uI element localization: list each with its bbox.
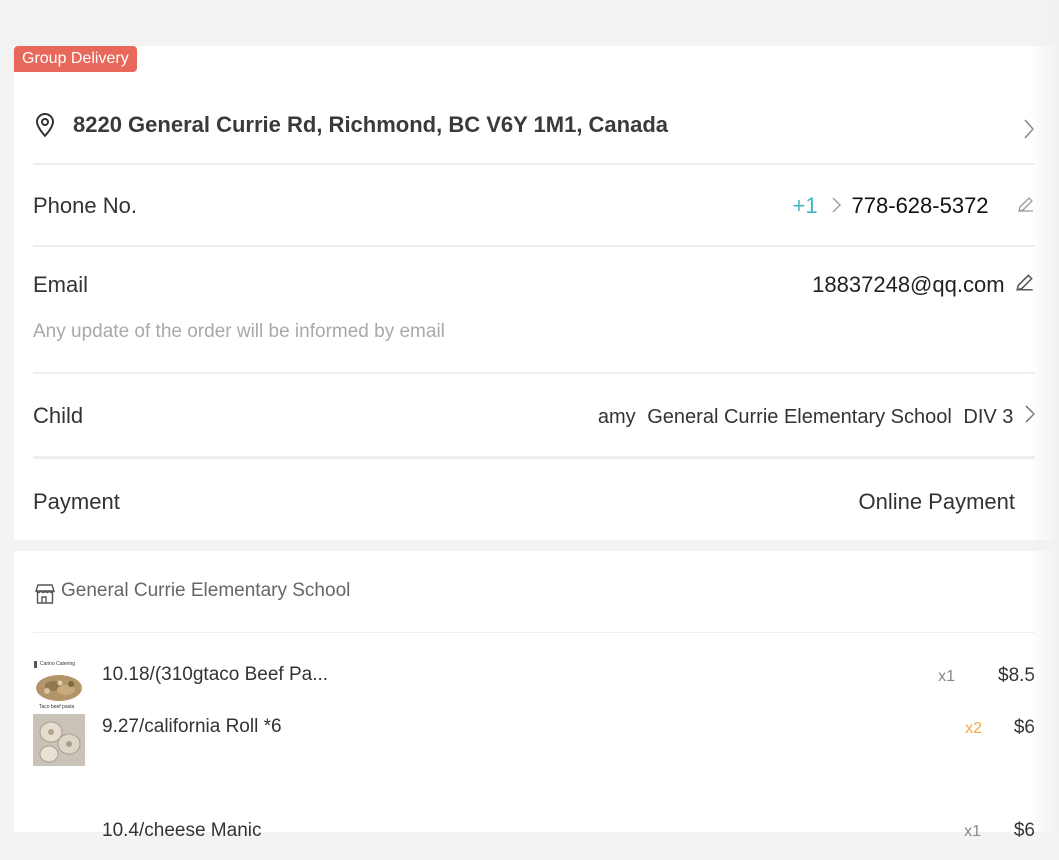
email-value[interactable]: 18837248@qq.com	[812, 272, 1004, 297]
item-price: $6	[1013, 820, 1035, 841]
payment-label: Payment	[33, 489, 120, 514]
country-code-selector[interactable]: +1	[793, 193, 818, 218]
payment-row[interactable]: Payment Online Payment	[33, 489, 1035, 519]
item-quantity: x1	[964, 823, 981, 840]
child-value-group: amy General Currie Elementary School DIV…	[598, 405, 1035, 429]
item-name: 10.18/(310gtaco Beef Pa...	[102, 664, 329, 685]
phone-value-group: +1 778-628-5372	[793, 193, 1035, 219]
payment-method: Online Payment	[858, 489, 1015, 514]
divider	[33, 163, 1035, 165]
item-price: $6	[1013, 717, 1035, 738]
divider	[33, 372, 1035, 374]
order-item[interactable]: 9.27/california Roll *6 x2 $6	[33, 712, 1035, 768]
child-name: amy	[597, 406, 636, 428]
child-label: Child	[33, 403, 84, 428]
child-row[interactable]: Child amy General Currie Elementary Scho…	[33, 403, 1035, 433]
phone-label: Phone No.	[33, 193, 137, 218]
chevron-right-icon	[832, 197, 842, 218]
thumbnail-caption-bottom: Taco beef pasta	[39, 704, 75, 710]
order-item[interactable]: Carino Catering Taco beef pasta 10.18/(3…	[33, 659, 1035, 715]
divider	[33, 456, 1035, 459]
divider	[33, 632, 1035, 633]
edit-pencil-icon[interactable]	[1015, 272, 1035, 297]
phone-row[interactable]: Phone No. +1 778-628-5372	[33, 193, 1035, 223]
email-label: Email	[33, 272, 89, 297]
child-school: General Currie Elementary School	[647, 406, 952, 428]
delivery-address: 8220 General Currie Rd, Richmond, BC V6Y…	[73, 112, 669, 137]
store-name: General Currie Elementary School	[61, 580, 351, 601]
item-thumbnail: Carino Catering Taco beef pasta	[33, 659, 85, 711]
divider	[33, 245, 1035, 247]
email-value-group: 18837248@qq.com	[812, 272, 1035, 298]
chevron-right-icon	[1025, 405, 1035, 429]
item-thumbnail	[33, 714, 85, 766]
child-division: DIV 3	[963, 406, 1014, 428]
group-delivery-badge: Group Delivery	[14, 46, 137, 72]
item-name: 9.27/california Roll *6	[102, 716, 282, 737]
item-price: $8.5	[998, 665, 1035, 686]
phone-number[interactable]: 778-628-5372	[852, 193, 989, 218]
item-quantity: x1	[938, 668, 955, 685]
store-row: General Currie Elementary School	[33, 580, 1035, 608]
email-row[interactable]: Email 18837248@qq.com Any update of the …	[33, 270, 1035, 350]
email-hint: Any update of the order will be informed…	[33, 321, 445, 342]
item-quantity: x2	[965, 720, 982, 737]
thumbnail-caption-top: Carino Catering	[40, 661, 76, 667]
store-icon	[33, 582, 57, 611]
edit-pencil-icon[interactable]	[1017, 195, 1035, 218]
order-item[interactable]: 10.4/cheese Manic x1 $6	[33, 820, 1035, 860]
item-name: 10.4/cheese Manic	[102, 820, 262, 841]
chevron-right-icon	[1023, 118, 1035, 146]
location-pin-icon	[33, 112, 57, 143]
address-row[interactable]: 8220 General Currie Rd, Richmond, BC V6Y…	[33, 110, 1035, 144]
